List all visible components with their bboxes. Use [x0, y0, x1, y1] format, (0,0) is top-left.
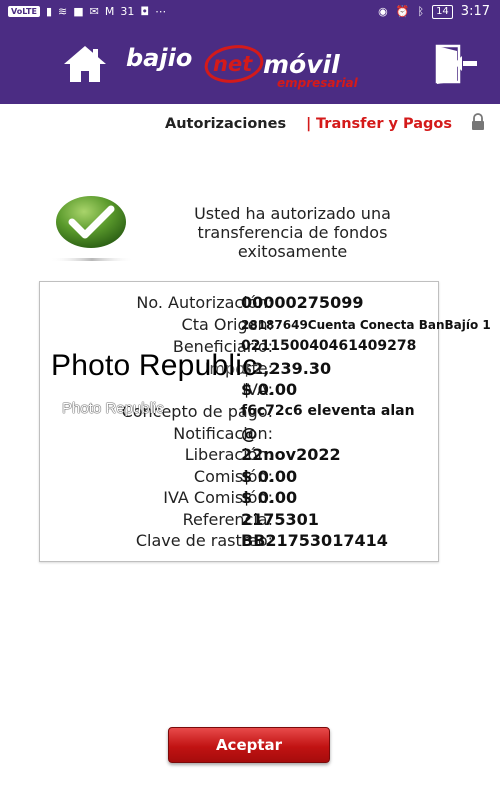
detail-row-authorization: No. Autorización: 00000275099 [40, 293, 438, 315]
app-icon: ◘ [140, 5, 150, 18]
logo-movil-text: móvil [263, 50, 340, 79]
detail-value: 021150040461409278 [241, 338, 417, 354]
detail-value: $ 0.00 [241, 467, 298, 486]
success-check-icon [50, 196, 134, 261]
signal-icon: ▮ [45, 5, 53, 18]
detail-label: Notificacion: [173, 424, 273, 443]
volte-badge: VoLTE [8, 6, 40, 17]
logout-icon[interactable] [433, 43, 485, 85]
mail-icon: ✉ [89, 5, 99, 18]
detail-value: @ [241, 424, 257, 443]
eye-icon: ◉ [378, 5, 388, 18]
alarm-icon: ⏰ [395, 5, 410, 18]
battery-icon: 14 [432, 4, 453, 19]
home-icon[interactable] [62, 44, 108, 84]
calendar-icon: 31 [120, 5, 135, 18]
detail-row-commission: Comisión: $ 0.00 [40, 467, 438, 489]
breadcrumb-separator: | [306, 116, 312, 132]
detail-row-origin-account: Cta Origen: 28187649Cuenta Conecta BanBa… [40, 315, 491, 337]
detail-row-reference: Referencia: 2175301 [40, 510, 438, 532]
wifi-icon: ≋ [58, 5, 68, 18]
status-left: VoLTE ▮ ≋ ■ ✉ M 31 ◘ ⋯ [8, 5, 166, 18]
detail-value: 00000275099 [241, 293, 364, 312]
status-bar: VoLTE ▮ ≋ ■ ✉ M 31 ◘ ⋯ ◉ ⏰ ᛒ 14 3:17 [0, 0, 500, 26]
accept-button[interactable]: Aceptar [168, 727, 330, 763]
detail-row-notification: Notificacion: @ [40, 424, 438, 446]
logo-net-text: net [213, 52, 253, 76]
app-notification-icon: ■ [73, 5, 84, 18]
breadcrumb-transfers-link[interactable]: Transfer y Pagos [316, 116, 452, 132]
app-header: bajio net móvil empresarial [0, 26, 500, 104]
logo-bajio-text: bajio [126, 44, 192, 72]
watermark-text: Photo Republic [51, 349, 258, 382]
breadcrumb-authorizations: Autorizaciones [165, 116, 287, 132]
status-right: ◉ ⏰ ᛒ 14 3:17 [378, 4, 490, 19]
bluetooth-icon: ᛒ [417, 5, 425, 18]
lock-icon [472, 113, 484, 130]
watermark-text-secondary: Photo Republic [62, 400, 164, 417]
breadcrumb: Autorizaciones | Transfer y Pagos [0, 116, 500, 136]
clock: 3:17 [460, 4, 490, 19]
detail-row-iva: IVA: $ 0.00 [40, 380, 438, 402]
detail-value: f6c72c6 eleventa alan [241, 403, 415, 419]
detail-value: 2175301 [241, 510, 319, 529]
logo-empresarial-text: empresarial [277, 76, 359, 90]
more-notifications-icon: ⋯ [155, 5, 167, 18]
bajionet-movil-logo: bajio net móvil empresarial [126, 44, 359, 90]
detail-value: 22nov2022 [241, 445, 341, 464]
detail-row-tracking-key: Clave de rastreo: BB21753017414 [40, 531, 438, 553]
detail-value: 28187649Cuenta Conecta BanBajío 1 [241, 318, 491, 332]
detail-value: $ 0.00 [241, 488, 298, 507]
detail-row-iva-commission: IVA Comisión: $ 0.00 [40, 488, 438, 510]
transfer-details-card: No. Autorización: 00000275099 Cta Origen… [39, 281, 491, 562]
gmail-icon: M [104, 5, 115, 18]
detail-value: BB21753017414 [241, 531, 388, 550]
detail-row-release: Liberación: 22nov2022 [40, 445, 438, 467]
success-message: Usted ha autorizado una transferencia de… [194, 204, 391, 261]
